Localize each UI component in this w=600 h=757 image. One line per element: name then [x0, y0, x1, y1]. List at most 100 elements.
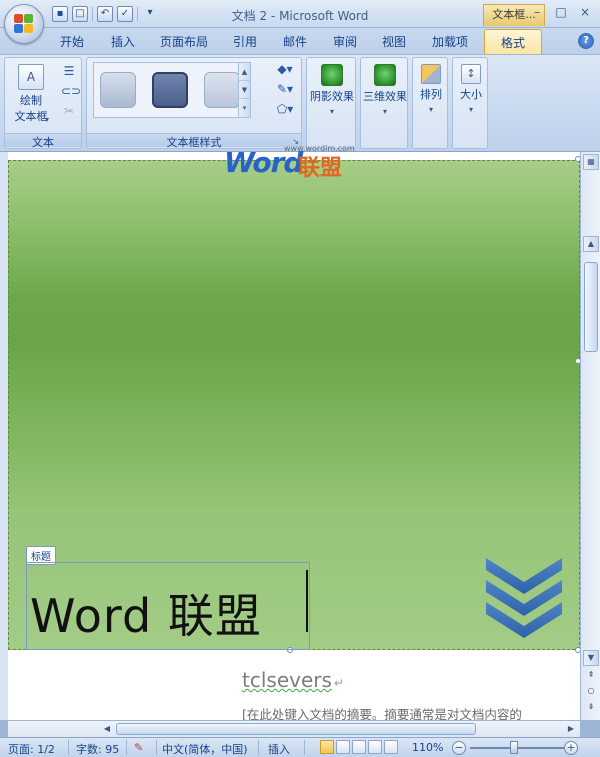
tab-format[interactable]: 格式 [484, 29, 543, 54]
separator [126, 740, 127, 755]
zoom-slider-knob[interactable] [510, 741, 518, 754]
group-text: A 绘制 文本框 ▾ ☰ ⊂⊃ ✂ 文本 [4, 57, 82, 149]
web-layout-icon[interactable] [352, 740, 366, 754]
chevron-down-icon: ▾ [468, 105, 473, 114]
document-page[interactable]: www.wordlm.com Word 联盟 标题 Word 联盟 tclsev… [8, 144, 581, 722]
fill-color-icon[interactable]: ◆▾ [271, 62, 299, 76]
zoom-in-icon[interactable]: + [564, 741, 578, 755]
separator [156, 740, 157, 755]
zoom-out-icon[interactable]: − [452, 741, 466, 755]
scroll-up-icon[interactable]: ▲ [583, 236, 599, 252]
window-controls: – □ × [526, 3, 596, 21]
group-3d-effects: 三维效果 ▾ [360, 57, 408, 149]
horizontal-scrollbar[interactable]: ◀ ▶ [8, 720, 580, 737]
separator [304, 740, 305, 755]
gallery-more-icon[interactable]: ▾ [239, 99, 250, 117]
previous-page-icon[interactable]: ⇞ [583, 668, 599, 684]
tab-view[interactable]: 视图 [382, 33, 406, 50]
close-button[interactable]: × [574, 3, 596, 21]
vertical-ruler [0, 152, 8, 720]
ribbon: A 绘制 文本框 ▾ ☰ ⊂⊃ ✂ 文本 ▲ ▼ ▾ ◆▾ ✎▾ ⬠▾ 文本框样… [0, 54, 600, 152]
group-label-text: 文本 [5, 133, 81, 149]
watermark-cn: 联盟 [298, 156, 343, 181]
title-bar: ▪ □ ↶ ✓ ▾ 文档 2 - Microsoft Word 文本框... –… [0, 0, 600, 28]
zoom-slider-track[interactable] [470, 747, 566, 749]
select-browse-object-icon[interactable]: ○ [583, 684, 599, 700]
group-size: ↕ 大小 ▾ [452, 57, 488, 149]
arrange-icon [421, 64, 441, 84]
chevron-down-icon: ▾ [428, 105, 433, 114]
textbox-icon: A [18, 64, 44, 90]
text-direction-icon[interactable]: ☰ [61, 64, 77, 78]
chevron-down-icon: ▾ [45, 115, 50, 124]
tab-review[interactable]: 审阅 [333, 33, 357, 50]
shadow-effects-label: 阴影效果 [310, 90, 354, 103]
draft-view-icon[interactable] [384, 740, 398, 754]
outline-view-icon[interactable] [368, 740, 382, 754]
tab-add-ins[interactable]: 加载项 [432, 33, 468, 50]
horizontal-scroll-thumb[interactable] [116, 723, 476, 735]
zoom-level[interactable]: 110% [412, 741, 443, 754]
scroll-right-icon[interactable]: ▶ [564, 722, 578, 736]
tab-home[interactable]: 开始 [60, 33, 84, 50]
document-author[interactable]: tclsevers ↵ [242, 668, 344, 692]
vertical-scroll-thumb[interactable] [584, 262, 598, 352]
separator [68, 740, 69, 755]
shadow-effects-button[interactable]: 阴影效果 ▾ [308, 64, 356, 116]
watermark-logo: www.wordlm.com Word 联盟 [224, 144, 364, 190]
ruler-toggle-icon[interactable]: ▦ [583, 154, 599, 170]
tab-mailings[interactable]: 邮件 [283, 33, 307, 50]
minimize-button[interactable]: – [526, 3, 548, 21]
change-shape-icon[interactable]: ⬠▾ [271, 102, 299, 116]
help-icon[interactable]: ? [578, 33, 594, 49]
insert-mode[interactable]: 插入 [268, 741, 290, 757]
language-indicator[interactable]: 中文(简体，中国) [162, 741, 248, 757]
text-caret [306, 570, 308, 632]
scroll-left-icon[interactable]: ◀ [100, 722, 114, 736]
tab-references[interactable]: 引用 [233, 33, 257, 50]
paragraph-mark-icon: ↵ [333, 676, 344, 690]
vertical-scrollbar[interactable]: ▦ ▲ ▼ ⇞ ○ ⇟ [580, 152, 600, 720]
size-label: 大小 [460, 88, 482, 101]
maximize-button[interactable]: □ [550, 3, 572, 21]
separator [258, 740, 259, 755]
next-page-icon[interactable]: ⇟ [583, 700, 599, 716]
page-indicator[interactable]: 页面: 1/2 [8, 741, 55, 757]
draw-textbox-button[interactable]: A 绘制 文本框 ▾ [11, 64, 51, 124]
chevron-decoration-icon [486, 558, 562, 638]
gallery-up-icon[interactable]: ▲ [239, 63, 250, 81]
word-count[interactable]: 字数: 95 [76, 741, 119, 757]
group-label-textbox-styles: 文本框样式 [87, 133, 301, 149]
full-screen-reading-icon[interactable] [336, 740, 350, 754]
3d-effects-button[interactable]: 三维效果 ▾ [361, 64, 409, 116]
scroll-down-icon[interactable]: ▼ [583, 650, 599, 666]
group-shadow-effects: 阴影效果 ▾ [306, 57, 356, 149]
break-link-icon[interactable]: ✂ [61, 104, 77, 118]
group-arrange: 排列 ▾ [412, 57, 448, 149]
watermark-word: Word [224, 146, 303, 179]
author-text: tclsevers [242, 668, 332, 692]
style-swatch-2[interactable] [152, 72, 188, 108]
size-button[interactable]: ↕ 大小 ▾ [455, 64, 487, 114]
shadow-effects-icon [321, 64, 343, 86]
print-layout-view-icon[interactable] [320, 740, 334, 754]
chevron-down-icon: ▾ [329, 107, 334, 116]
office-button[interactable] [4, 4, 44, 44]
3d-effects-icon [374, 64, 396, 86]
gallery-scroll[interactable]: ▲ ▼ ▾ [238, 63, 250, 117]
create-link-icon[interactable]: ⊂⊃ [61, 84, 81, 98]
style-gallery: ▲ ▼ ▾ [93, 62, 251, 118]
style-swatch-3[interactable] [204, 72, 240, 108]
tab-insert[interactable]: 插入 [111, 33, 135, 50]
arrange-button[interactable]: 排列 ▾ [415, 64, 447, 114]
status-bar: 页面: 1/2 字数: 95 ✎ 中文(简体，中国) 插入 110% − + [0, 737, 600, 757]
arrange-label: 排列 [420, 88, 442, 101]
style-swatch-1[interactable] [100, 72, 136, 108]
proofing-icon[interactable]: ✎ [134, 741, 143, 754]
draw-textbox-label-line1: 绘制 [20, 94, 42, 107]
gallery-down-icon[interactable]: ▼ [239, 81, 250, 99]
line-color-icon[interactable]: ✎▾ [271, 82, 299, 96]
document-title[interactable]: Word 联盟 [30, 580, 262, 646]
tab-page-layout[interactable]: 页面布局 [160, 33, 208, 50]
office-logo-icon [14, 14, 34, 34]
